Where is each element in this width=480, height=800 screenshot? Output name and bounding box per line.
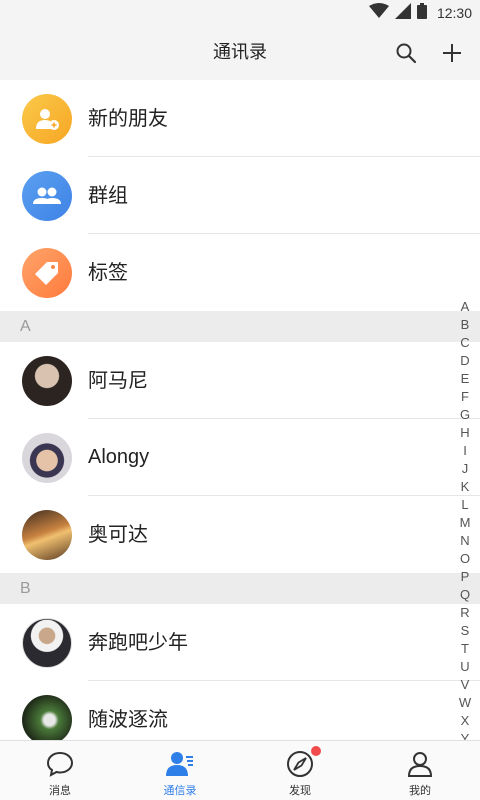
top-bar: 通讯录 bbox=[0, 26, 480, 80]
signal-icon bbox=[394, 3, 411, 23]
index-letter-h[interactable]: H bbox=[460, 424, 469, 442]
groups-label: 群组 bbox=[88, 183, 128, 207]
index-letter-m[interactable]: M bbox=[460, 514, 471, 532]
index-letter-y[interactable]: Y bbox=[461, 730, 470, 740]
index-letter-c[interactable]: C bbox=[460, 334, 469, 352]
tags-item[interactable]: 标签 bbox=[0, 234, 480, 311]
index-letter-s[interactable]: S bbox=[461, 622, 470, 640]
new-friends-label: 新的朋友 bbox=[88, 106, 168, 130]
notification-badge bbox=[311, 746, 321, 756]
contact-list[interactable]: 新的朋友 群组 标签 A 阿马尼 Alongy 奥可达 B 奔跑吧少年 随波逐流 bbox=[0, 80, 480, 740]
index-letter-q[interactable]: Q bbox=[460, 586, 470, 604]
index-letter-k[interactable]: K bbox=[461, 478, 470, 496]
nav-label: 消息 bbox=[49, 784, 71, 797]
index-letter-f[interactable]: F bbox=[461, 388, 469, 406]
index-letter-v[interactable]: V bbox=[461, 676, 470, 694]
section-header-b: B bbox=[0, 573, 480, 604]
compass-icon bbox=[285, 746, 321, 779]
contact-row[interactable]: Alongy bbox=[0, 419, 480, 496]
avatar bbox=[22, 433, 72, 483]
contact-name: 阿马尼 bbox=[88, 368, 148, 392]
avatar bbox=[22, 618, 72, 668]
tag-icon bbox=[35, 262, 58, 285]
contact-row[interactable]: 阿马尼 bbox=[0, 342, 480, 419]
section-header-a: A bbox=[0, 311, 480, 342]
index-letter-x[interactable]: X bbox=[461, 712, 470, 730]
search-button[interactable] bbox=[392, 39, 420, 67]
contact-name: Alongy bbox=[88, 446, 150, 468]
index-letter-u[interactable]: U bbox=[460, 658, 469, 676]
nav-contacts[interactable]: 通信录 bbox=[120, 741, 240, 800]
avatar bbox=[22, 356, 72, 406]
nav-messages[interactable]: 消息 bbox=[0, 741, 120, 800]
nav-me[interactable]: 我的 bbox=[360, 741, 480, 800]
contact-name: 随波逐流 bbox=[88, 707, 168, 731]
battery-icon bbox=[416, 3, 427, 23]
contact-row[interactable]: 奥可达 bbox=[0, 496, 480, 573]
contacts-icon bbox=[165, 749, 195, 779]
contact-row[interactable]: 随波逐流 bbox=[0, 681, 480, 740]
index-letter-d[interactable]: D bbox=[460, 352, 469, 370]
new-friends-avatar bbox=[22, 94, 72, 144]
index-letter-b[interactable]: B bbox=[461, 316, 470, 334]
contact-row[interactable]: 奔跑吧少年 bbox=[0, 604, 480, 681]
avatar bbox=[22, 695, 72, 740]
index-letter-j[interactable]: J bbox=[462, 460, 469, 478]
plus-icon bbox=[443, 44, 461, 62]
index-letter-n[interactable]: N bbox=[460, 532, 469, 550]
index-letter-i[interactable]: I bbox=[463, 442, 467, 460]
groups-avatar bbox=[22, 171, 72, 221]
contact-name: 奔跑吧少年 bbox=[88, 630, 188, 654]
index-letter-o[interactable]: O bbox=[460, 550, 470, 568]
add-button[interactable] bbox=[438, 39, 466, 67]
person-icon bbox=[405, 749, 435, 779]
status-time: 12:30 bbox=[436, 5, 472, 21]
contact-name: 奥可达 bbox=[88, 522, 148, 546]
chat-bubble-icon bbox=[45, 749, 75, 779]
status-icons: 12:30 bbox=[368, 3, 472, 23]
tags-label: 标签 bbox=[88, 260, 128, 284]
alphabet-index[interactable]: ABCDEFGHIJKLMNOPQRSTUVWXY bbox=[455, 298, 475, 740]
groups-item[interactable]: 群组 bbox=[0, 157, 480, 234]
index-letter-t[interactable]: T bbox=[461, 640, 469, 658]
index-letter-p[interactable]: P bbox=[461, 568, 470, 586]
index-letter-r[interactable]: R bbox=[460, 604, 469, 622]
avatar bbox=[22, 510, 72, 560]
add-person-icon bbox=[36, 109, 59, 130]
nav-discover[interactable]: 发现 bbox=[240, 741, 360, 800]
index-letter-e[interactable]: E bbox=[461, 370, 470, 388]
index-letter-g[interactable]: G bbox=[460, 406, 470, 424]
new-friends-item[interactable]: 新的朋友 bbox=[0, 80, 480, 157]
status-bar: 12:30 bbox=[0, 0, 480, 26]
nav-label: 我的 bbox=[409, 784, 431, 797]
group-icon bbox=[33, 187, 61, 204]
wifi-icon bbox=[368, 3, 389, 23]
bottom-nav: 消息 通信录 发现 我的 bbox=[0, 740, 480, 800]
index-letter-l[interactable]: L bbox=[461, 496, 468, 514]
nav-label: 发现 bbox=[289, 784, 311, 797]
nav-label: 通信录 bbox=[163, 784, 197, 797]
tags-avatar bbox=[22, 248, 72, 298]
search-icon bbox=[396, 43, 417, 64]
index-letter-a[interactable]: A bbox=[461, 298, 470, 316]
index-letter-w[interactable]: W bbox=[459, 694, 471, 712]
